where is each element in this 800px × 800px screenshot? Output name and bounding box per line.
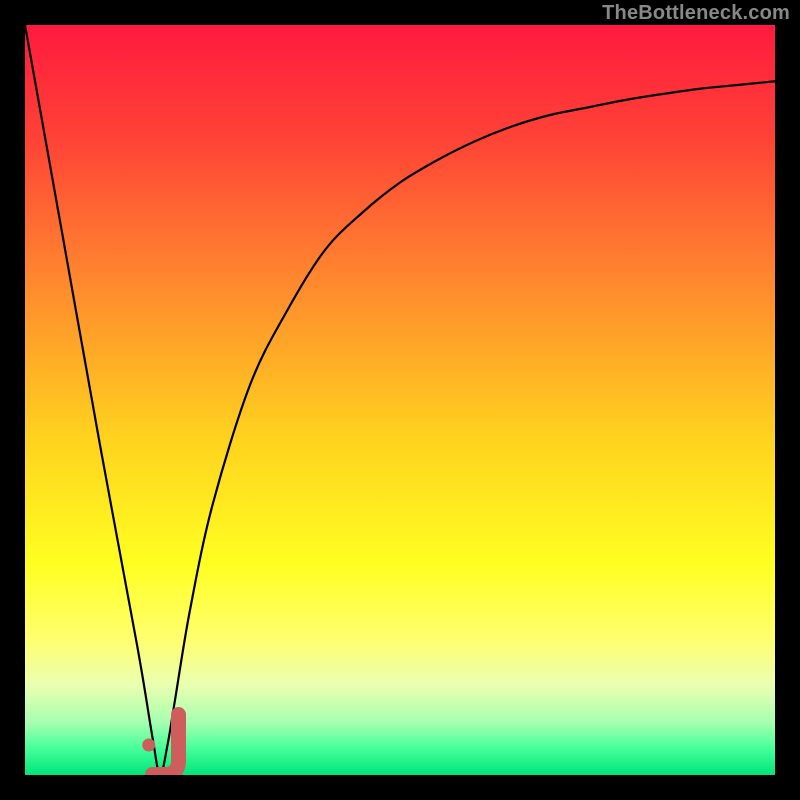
optimal-point-dot [142, 739, 155, 752]
curve-layer [25, 25, 775, 775]
watermark-text: TheBottleneck.com [602, 2, 790, 25]
plot-area [25, 25, 775, 775]
bottleneck-curve [25, 25, 775, 775]
chart-frame: TheBottleneck.com [0, 0, 800, 800]
